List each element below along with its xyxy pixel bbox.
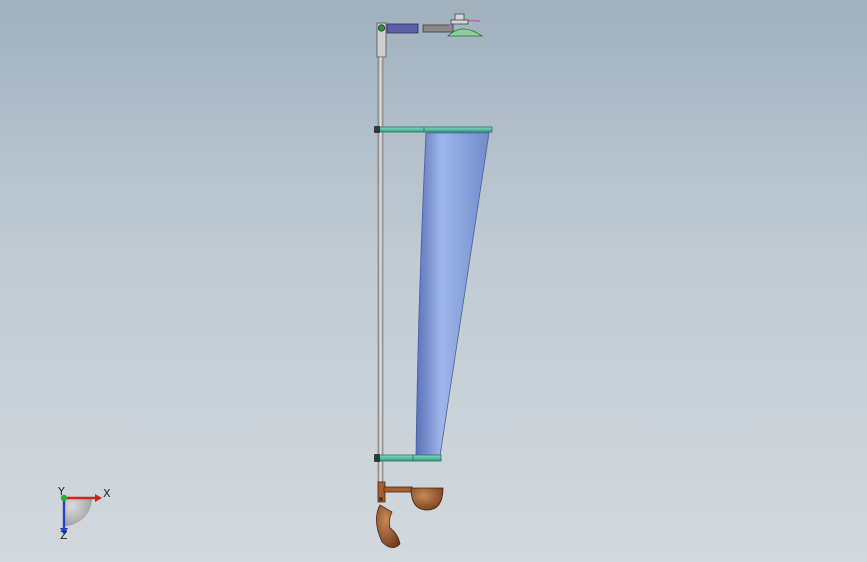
top-actuator-assembly[interactable] (376, 13, 484, 58)
x-axis-arrow-icon (95, 494, 102, 502)
pivot-pin-icon (377, 24, 386, 32)
sensor-base[interactable] (450, 19, 469, 25)
cam-arm[interactable] (383, 486, 413, 493)
top-plate[interactable] (374, 126, 493, 133)
actuator-cylinder[interactable] (386, 23, 419, 34)
cam-blade[interactable] (376, 504, 401, 548)
bottom-plate-clamp-icon (374, 454, 380, 462)
axis-x-label: X (103, 487, 111, 500)
cam-pivot-icon (379, 497, 383, 501)
top-plate-clamp-icon (374, 126, 380, 133)
tapered-body[interactable] (415, 132, 490, 457)
vertical-rod[interactable] (377, 56, 384, 486)
bottom-plate[interactable] (374, 454, 442, 462)
bottom-cam-assembly[interactable] (376, 481, 444, 548)
axis-y-label: Y (58, 485, 65, 498)
triad-shade (64, 498, 92, 526)
assembly-model[interactable] (0, 0, 867, 562)
axis-z-label: Z (60, 529, 68, 542)
cam-cup[interactable] (410, 487, 444, 511)
graphics-viewport[interactable]: X Y Z (0, 0, 867, 562)
